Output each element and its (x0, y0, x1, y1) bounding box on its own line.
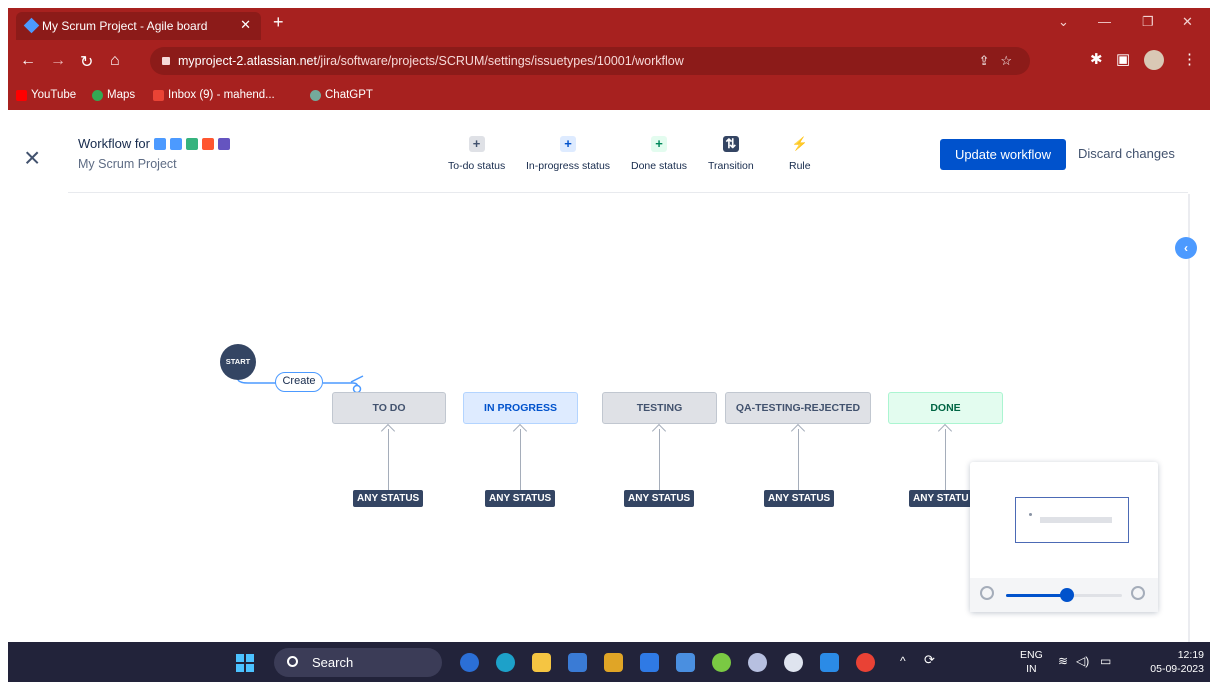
any-status-transition[interactable]: ANY STATU (909, 490, 973, 507)
url-host: myproject-2.atlassian.net (178, 54, 317, 68)
bookmark-youtube[interactable]: YouTube (16, 89, 76, 101)
spring-tool-icon[interactable] (712, 653, 731, 672)
bookmark-label: YouTube (31, 89, 77, 101)
battery-icon[interactable]: ▭ (1100, 654, 1111, 668)
search-icon (287, 656, 298, 667)
connector-line (520, 429, 521, 490)
home-icon[interactable]: ⌂ (110, 52, 120, 70)
file-explorer-icon[interactable] (532, 653, 551, 672)
start-node[interactable]: START (220, 344, 256, 380)
minimap-statuses (1040, 517, 1112, 523)
mail-icon[interactable] (640, 653, 659, 672)
status-qa-testing-rejected[interactable]: QA-TESTING-REJECTED (725, 392, 871, 424)
edge-icon[interactable] (496, 653, 515, 672)
url-bar[interactable]: myproject-2.atlassian.net/jira/software/… (150, 47, 1030, 75)
connector-line (659, 429, 660, 490)
connector-line (798, 429, 799, 490)
browser-tab[interactable]: My Scrum Project - Agile board ✕ (16, 12, 261, 40)
any-status-transition[interactable]: ANY STATUS (485, 490, 556, 507)
browser-tab-bar: My Scrum Project - Agile board ✕ + ⌄ — ❐… (8, 8, 1210, 40)
extensions-icon[interactable]: ✱ (1090, 50, 1103, 68)
volume-icon[interactable]: ◁) (1076, 654, 1089, 668)
chrome-canary-icon[interactable] (784, 653, 803, 672)
status-todo[interactable]: TO DO (332, 392, 446, 424)
tab-close-icon[interactable]: ✕ (240, 17, 251, 33)
windows-taskbar: Search ^ ⟳ ENG IN ≋ ◁) ▭ 12:19 05-09-202… (8, 642, 1210, 682)
network-tray-icon[interactable]: ⟳ (924, 653, 935, 667)
lang-top: ENG (1020, 649, 1043, 661)
zoom-controls (970, 578, 1158, 612)
any-status-transition[interactable]: ANY STATUS (353, 490, 424, 507)
browser-toolbar: ← → ↻ ⌂ myproject-2.atlassian.net/jira/s… (8, 40, 1210, 82)
connector-line (945, 429, 946, 490)
create-transition-label[interactable]: Create (275, 372, 323, 392)
status-in-progress[interactable]: IN PROGRESS (463, 392, 578, 424)
wifi-icon[interactable]: ≋ (1058, 654, 1068, 668)
bing-icon[interactable] (460, 653, 479, 672)
restore-icon[interactable]: ❐ (1142, 14, 1154, 30)
clock-time: 12:19 (1177, 649, 1204, 661)
chatgpt-icon (310, 89, 321, 101)
maps-pin-icon (92, 89, 103, 101)
taskbar-search[interactable]: Search (274, 648, 442, 677)
side-panel-icon[interactable]: ▣ (1116, 50, 1130, 68)
minimap-panel (970, 462, 1158, 612)
tab-title: My Scrum Project - Agile board (42, 19, 208, 33)
lock-icon (162, 57, 170, 65)
vscode-icon[interactable] (820, 653, 839, 672)
bookmark-label: ChatGPT (325, 89, 373, 101)
bookmark-maps[interactable]: Maps (92, 89, 135, 101)
zoom-slider-handle[interactable] (1060, 588, 1075, 602)
any-status-transition[interactable]: ANY STATUS (764, 490, 835, 507)
bookmark-gmail[interactable]: Inbox (9) - mahend... (153, 89, 275, 101)
zoom-slider[interactable] (1006, 588, 1122, 602)
bookmark-chatgpt[interactable]: ChatGPT (310, 89, 373, 101)
search-label: Search (312, 655, 354, 670)
profile-avatar[interactable] (1144, 50, 1164, 70)
forward-arrow-icon[interactable]: → (50, 52, 66, 70)
store-icon[interactable] (604, 653, 623, 672)
workflow-editor: × Workflow for My Scrum Project + To-do … (8, 110, 1210, 642)
jira-favicon-icon (23, 17, 40, 34)
window-close-icon[interactable]: ✕ (1182, 14, 1193, 30)
clock[interactable]: 12:19 05-09-2023 (1144, 648, 1204, 676)
tray-chevron-icon[interactable]: ^ (900, 654, 906, 668)
reload-icon[interactable]: ↻ (80, 52, 93, 72)
share-star-icons[interactable]: ⇪ ☆ (979, 47, 1012, 75)
bookmark-label: Inbox (9) - mahend... (168, 89, 275, 101)
tab-search-chevron-icon[interactable]: ⌄ (1058, 14, 1069, 30)
youtube-icon (16, 89, 27, 101)
gmail-icon (153, 89, 164, 101)
menu-dots-icon[interactable]: ⋮ (1182, 50, 1197, 68)
status-testing[interactable]: TESTING (602, 392, 717, 424)
zoom-slider-fill (1006, 594, 1068, 597)
url-path: /jira/software/projects/SCRUM/settings/i… (316, 54, 684, 68)
bookmark-label: Maps (107, 89, 136, 101)
status-done[interactable]: DONE (888, 392, 1003, 424)
minimize-icon[interactable]: — (1098, 14, 1111, 29)
any-status-transition[interactable]: ANY STATUS (624, 490, 695, 507)
photos-icon[interactable] (676, 653, 695, 672)
copilot-icon[interactable] (568, 653, 587, 672)
new-tab-button[interactable]: + (273, 12, 284, 33)
connector-line (388, 429, 389, 490)
zoom-in-icon[interactable] (1131, 586, 1145, 600)
chrome-icon[interactable] (856, 653, 875, 672)
minimap-viewport[interactable] (1015, 497, 1129, 543)
bookmarks-bar: YouTube Maps Inbox (9) - mahend... ChatG… (8, 82, 1210, 110)
lang-bottom: IN (1026, 663, 1037, 675)
back-arrow-icon[interactable]: ← (20, 52, 36, 70)
screen: My Scrum Project - Agile board ✕ + ⌄ — ❐… (0, 0, 1210, 682)
language-indicator[interactable]: ENG IN (1020, 648, 1043, 676)
zoom-out-icon[interactable] (980, 586, 994, 600)
clock-date: 05-09-2023 (1150, 663, 1204, 675)
eclipse-icon[interactable] (748, 653, 767, 672)
minimap-start-dot (1029, 513, 1032, 516)
windows-start-icon[interactable] (236, 654, 254, 672)
